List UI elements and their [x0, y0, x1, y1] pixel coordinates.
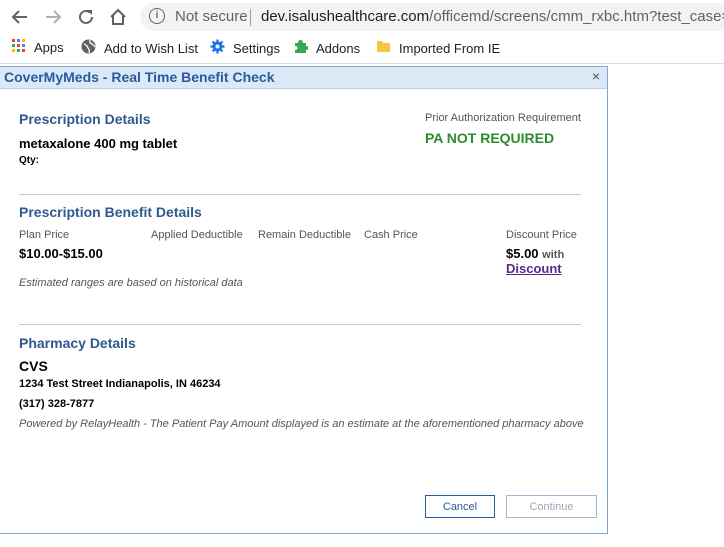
- applied-deductible-header: Applied Deductible: [151, 229, 243, 241]
- bookmark-addons[interactable]: Addons: [293, 39, 360, 57]
- discount-price-value: $5.00: [506, 246, 539, 261]
- globe-icon: [81, 39, 96, 57]
- bookmark-label: Addons: [316, 40, 361, 56]
- puzzle-icon: [293, 39, 309, 57]
- address-separator: [250, 9, 251, 26]
- apps-grid-icon: [12, 39, 26, 56]
- bookmark-add-to-wish-list[interactable]: Add to Wish List: [81, 39, 198, 57]
- forward-arrow-icon: [46, 10, 62, 24]
- browser-toolbar: i Not secure dev.isalushealthcare.com/of…: [0, 0, 724, 34]
- plan-price-value: $10.00-$15.00: [19, 246, 103, 261]
- url-host: dev.isalushealthcare.com: [261, 8, 430, 25]
- info-icon[interactable]: i: [149, 8, 165, 24]
- folder-icon: [376, 39, 391, 57]
- pa-requirement-label: Prior Authorization Requirement: [425, 112, 581, 124]
- remain-deductible-header: Remain Deductible: [258, 229, 351, 241]
- bookmark-apps[interactable]: Apps: [12, 39, 64, 56]
- bookmark-imported-from-ie[interactable]: Imported From IE: [376, 39, 500, 57]
- discount-link[interactable]: Discount: [506, 261, 562, 276]
- discount-with-text: with: [542, 249, 565, 261]
- bookmarks-bar: Apps Add to Wish List Settings Addons Im…: [0, 34, 724, 64]
- bookmark-label: Settings: [233, 40, 280, 56]
- pharmacy-address: 1234 Test Street Indianapolis, IN 46234: [19, 378, 221, 390]
- plan-price-header: Plan Price: [19, 229, 70, 241]
- dialog-titlebar: CoverMyMeds - Real Time Benefit Check ×: [0, 67, 607, 89]
- security-label: Not secure: [175, 8, 248, 25]
- pharmacy-details-heading: Pharmacy Details: [19, 335, 136, 351]
- pa-status: PA NOT REQUIRED: [425, 130, 555, 146]
- url-path: /officemd/screens/cmm_rxbc.htm?test_case…: [429, 8, 724, 25]
- bookmark-settings[interactable]: Settings: [210, 39, 280, 57]
- dialog-title: CoverMyMeds - Real Time Benefit Check: [4, 69, 275, 85]
- cash-price-header: Cash Price: [364, 229, 418, 241]
- back-button[interactable]: [8, 5, 32, 29]
- estimated-ranges-note: Estimated ranges are based on historical…: [19, 277, 243, 289]
- section-divider: [19, 324, 581, 325]
- drug-name: metaxalone 400 mg tablet: [19, 136, 178, 151]
- bookmark-label: Imported From IE: [399, 40, 501, 56]
- benefit-details-heading: Prescription Benefit Details: [19, 204, 202, 220]
- powered-by-note: Powered by RelayHealth - The Patient Pay…: [19, 418, 584, 430]
- pharmacy-phone: (317) 328-7877: [19, 398, 95, 410]
- back-arrow-icon: [11, 10, 27, 24]
- qty-label: Qty:: [19, 155, 39, 166]
- pharmacy-name: CVS: [19, 358, 48, 374]
- prescription-details-heading: Prescription Details: [19, 111, 151, 127]
- bookmark-label: Apps: [34, 40, 64, 55]
- address-bar[interactable]: i Not secure dev.isalushealthcare.com/of…: [140, 3, 724, 31]
- home-button[interactable]: [106, 5, 130, 29]
- cancel-button[interactable]: Cancel: [425, 495, 495, 518]
- continue-button[interactable]: Continue: [506, 495, 597, 518]
- url-text[interactable]: dev.isalushealthcare.com/officemd/screen…: [261, 8, 724, 25]
- section-divider: [19, 194, 581, 195]
- discount-price-row: $5.00 with: [506, 246, 564, 261]
- reload-button[interactable]: [74, 5, 98, 29]
- home-icon: [110, 8, 126, 25]
- gear-icon: [210, 39, 225, 57]
- bookmark-label: Add to Wish List: [104, 40, 198, 56]
- reload-icon: [79, 9, 93, 24]
- forward-button[interactable]: [41, 5, 65, 29]
- benefit-check-dialog: CoverMyMeds - Real Time Benefit Check × …: [0, 66, 608, 534]
- close-icon[interactable]: ×: [592, 68, 600, 84]
- discount-price-header: Discount Price: [506, 229, 577, 241]
